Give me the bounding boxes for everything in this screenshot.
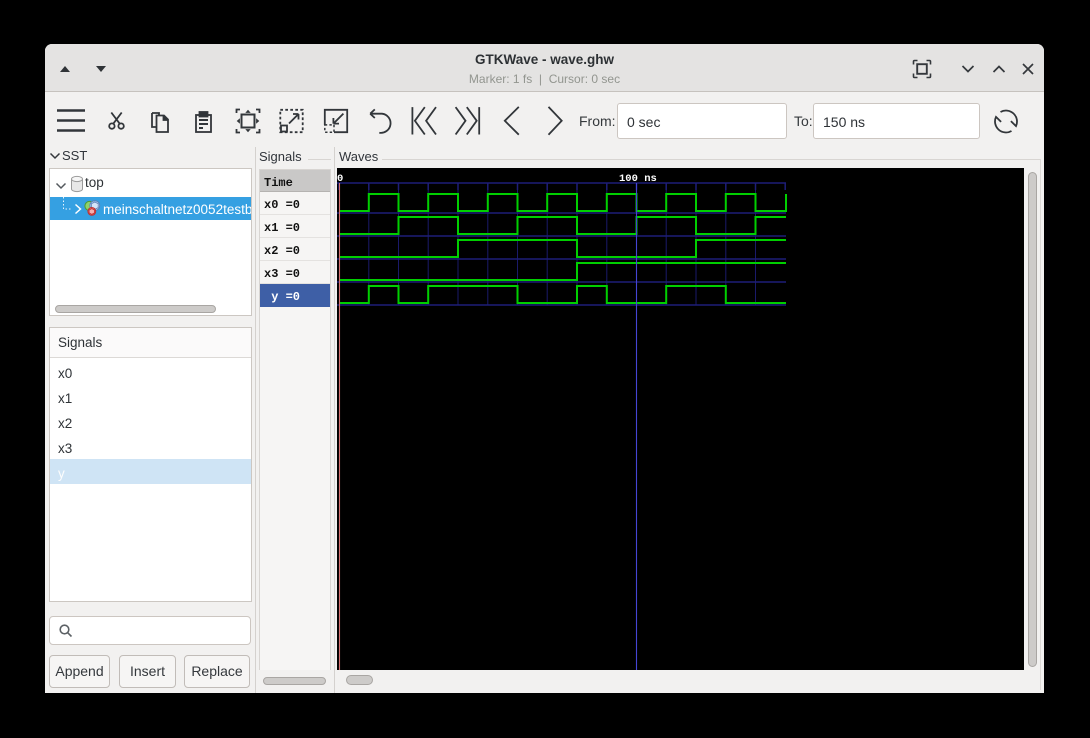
svg-text:0: 0 <box>337 173 343 185</box>
svg-text:100 ns: 100 ns <box>619 173 657 185</box>
